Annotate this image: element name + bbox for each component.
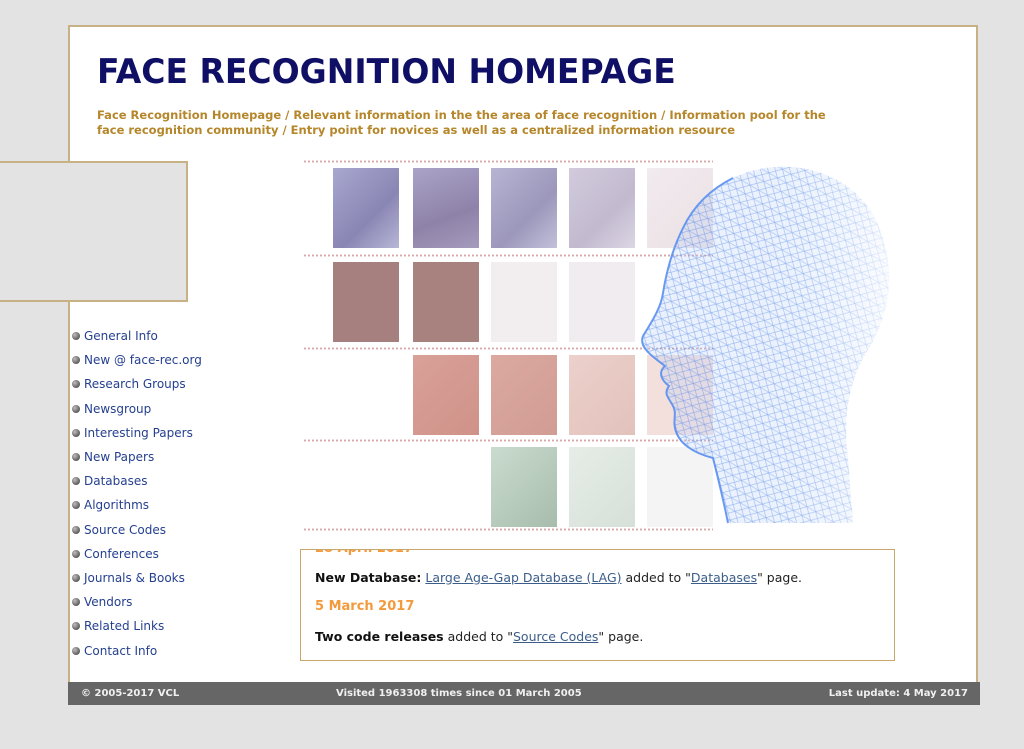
- nav-link[interactable]: Interesting Papers: [84, 426, 193, 440]
- news-text: " page.: [757, 570, 802, 585]
- face-thumbnail: [413, 355, 479, 435]
- nav-link[interactable]: Research Groups: [84, 377, 186, 391]
- nav-item-algorithms[interactable]: Algorithms: [72, 493, 202, 517]
- nav-link[interactable]: New @ face-rec.org: [84, 353, 202, 367]
- bullet-icon: [72, 380, 80, 389]
- bullet-icon: [72, 549, 80, 558]
- nav-item-contact-info[interactable]: Contact Info: [72, 638, 202, 662]
- nav-item-interesting-papers[interactable]: Interesting Papers: [72, 421, 202, 445]
- face-thumbnail: [491, 262, 557, 342]
- news-item: Two code releases added to "Source Codes…: [315, 629, 643, 644]
- bullet-icon: [72, 404, 80, 413]
- bullet-icon: [72, 356, 80, 365]
- bullet-icon: [72, 332, 80, 341]
- bullet-icon: [72, 598, 80, 607]
- nav-link[interactable]: General Info: [84, 329, 158, 343]
- face-thumbnail: [569, 355, 635, 435]
- face-thumbnail: [333, 262, 399, 342]
- nav-link[interactable]: New Papers: [84, 450, 154, 464]
- face-thumbnail: [491, 447, 557, 527]
- databases-link[interactable]: Databases: [691, 570, 757, 585]
- hero-banner-image: [303, 158, 913, 533]
- copyright-text: © 2005-2017 VCL: [81, 688, 180, 699]
- nav-link[interactable]: Related Links: [84, 619, 164, 633]
- nav-item-research-groups[interactable]: Research Groups: [72, 372, 202, 396]
- bullet-icon: [72, 622, 80, 631]
- nav-link[interactable]: Databases: [84, 474, 148, 488]
- wireframe-head-icon: [641, 166, 890, 524]
- bullet-icon: [72, 646, 80, 655]
- nav-item-source-codes[interactable]: Source Codes: [72, 518, 202, 542]
- nav-link[interactable]: Journals & Books: [84, 571, 185, 585]
- bullet-icon: [72, 477, 80, 486]
- news-box[interactable]: 28 April 2017 New Database: Large Age-Ga…: [300, 549, 895, 661]
- nav-item-related-links[interactable]: Related Links: [72, 614, 202, 638]
- face-thumbnail: [491, 168, 557, 248]
- visit-counter: Visited 1963308 times since 01 March 200…: [336, 688, 582, 699]
- nav-link[interactable]: Conferences: [84, 547, 159, 561]
- news-date: 5 March 2017: [315, 599, 415, 614]
- face-thumbnail: [413, 168, 479, 248]
- nav-item-vendors[interactable]: Vendors: [72, 590, 202, 614]
- face-thumbnail: [569, 168, 635, 248]
- dotted-divider: [303, 528, 713, 531]
- news-headline: New Database:: [315, 570, 422, 585]
- news-item: New Database: Large Age-Gap Database (LA…: [315, 570, 802, 585]
- nav-item-new-papers[interactable]: New Papers: [72, 445, 202, 469]
- nav-item-new[interactable]: New @ face-rec.org: [72, 348, 202, 372]
- face-thumbnail: [491, 355, 557, 435]
- nav-item-journals-books[interactable]: Journals & Books: [72, 566, 202, 590]
- face-thumbnail: [413, 262, 479, 342]
- footer-bar: © 2005-2017 VCL Visited 1963308 times si…: [68, 682, 980, 705]
- news-text: added to ": [621, 570, 691, 585]
- nav-link[interactable]: Vendors: [84, 595, 132, 609]
- source-codes-link[interactable]: Source Codes: [513, 629, 598, 644]
- nav-link[interactable]: Contact Info: [84, 644, 157, 658]
- lag-database-link[interactable]: Large Age-Gap Database (LAG): [425, 570, 621, 585]
- news-text: added to ": [443, 629, 513, 644]
- page-title: FACE RECOGNITION HOMEPAGE: [97, 52, 676, 92]
- news-date: 28 April 2017: [315, 550, 413, 556]
- nav-item-general-info[interactable]: General Info: [72, 324, 202, 348]
- nav-link[interactable]: Algorithms: [84, 498, 149, 512]
- nav-link[interactable]: Source Codes: [84, 523, 166, 537]
- nav-item-databases[interactable]: Databases: [72, 469, 202, 493]
- news-headline: Two code releases: [315, 629, 444, 644]
- face-thumbnail: [569, 447, 635, 527]
- sidebar-nav: General Info New @ face-rec.org Research…: [72, 324, 202, 663]
- decorative-notch: [0, 161, 188, 302]
- nav-item-newsgroup[interactable]: Newsgroup: [72, 397, 202, 421]
- news-text: " page.: [598, 629, 644, 644]
- page-subtitle: Face Recognition Homepage / Relevant inf…: [97, 108, 826, 137]
- face-thumbnail: [569, 262, 635, 342]
- bullet-icon: [72, 428, 80, 437]
- bullet-icon: [72, 525, 80, 534]
- bullet-icon: [72, 453, 80, 462]
- nav-link[interactable]: Newsgroup: [84, 402, 151, 416]
- face-thumbnail: [333, 168, 399, 248]
- nav-item-conferences[interactable]: Conferences: [72, 542, 202, 566]
- bullet-icon: [72, 573, 80, 582]
- bullet-icon: [72, 501, 80, 510]
- last-update-text: Last update: 4 May 2017: [828, 688, 968, 699]
